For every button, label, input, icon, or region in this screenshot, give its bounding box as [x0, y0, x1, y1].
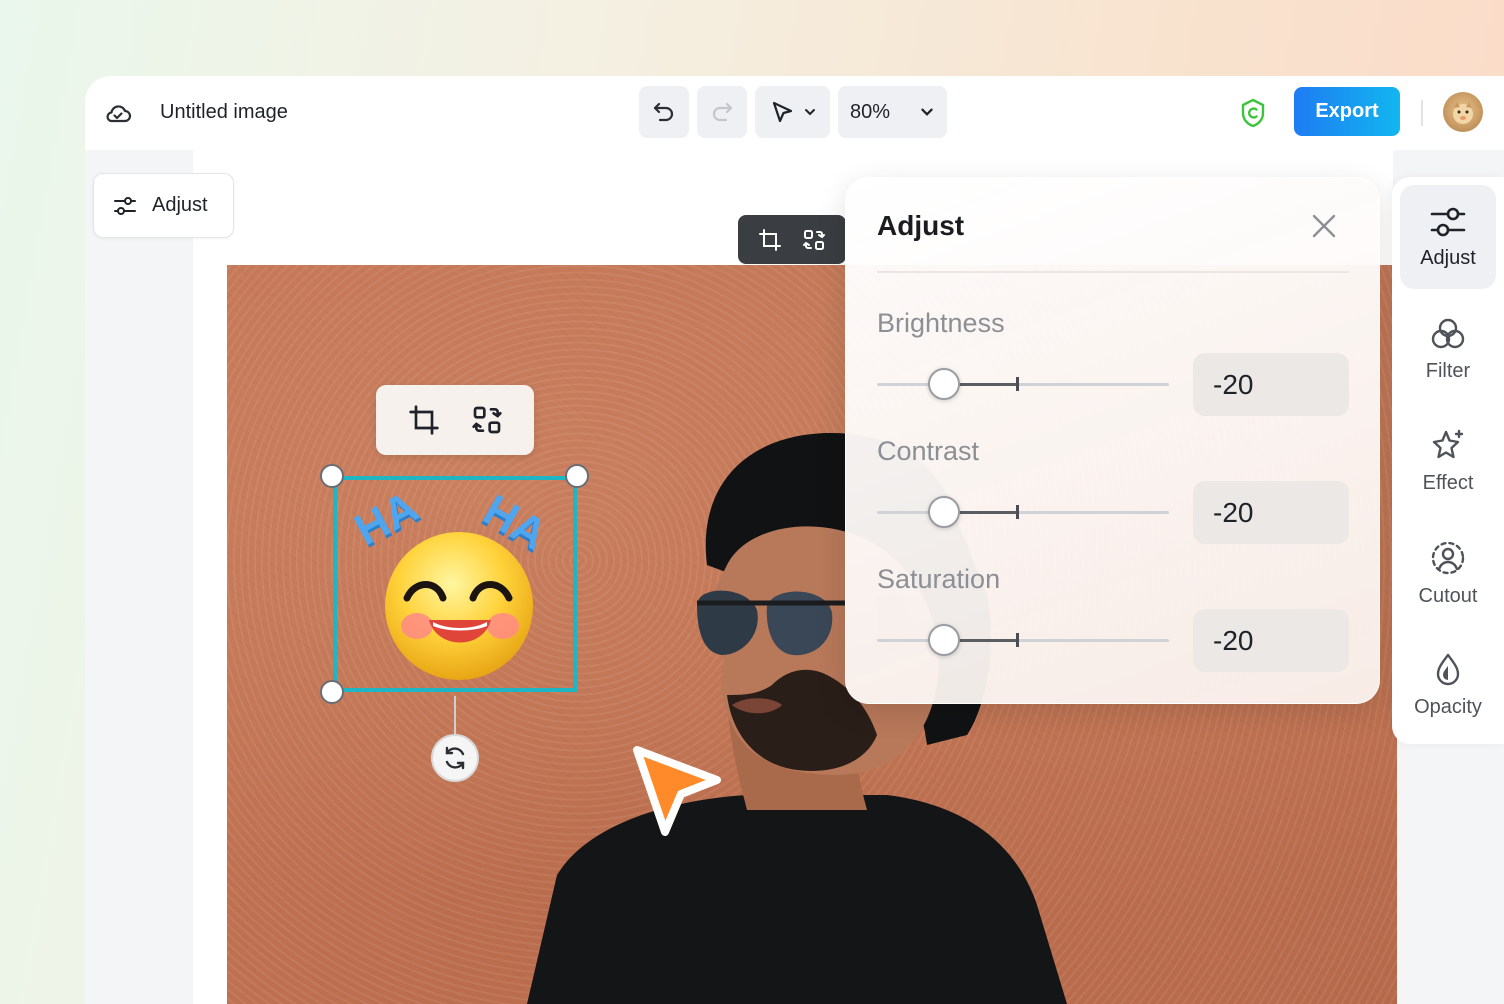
- top-bar: Untitled image 80% Export: [85, 76, 1504, 150]
- resize-handle-bottom-left[interactable]: [320, 680, 344, 704]
- rail-item-effect[interactable]: Effect: [1400, 409, 1496, 513]
- brightness-slider[interactable]: [877, 368, 1169, 400]
- rotate-handle[interactable]: [431, 734, 479, 782]
- rail-label-cutout: Cutout: [1418, 584, 1478, 607]
- redo-button[interactable]: [697, 86, 747, 138]
- resize-handle-top-left[interactable]: [320, 464, 344, 488]
- adjust-panel: Adjust Brightness -20 Contrast -20 Satur…: [845, 177, 1380, 704]
- saturation-value-input[interactable]: -20: [1193, 609, 1349, 672]
- chevron-down-icon: [921, 108, 933, 116]
- saturation-label: Saturation: [877, 564, 1001, 594]
- cloud-sync-icon[interactable]: [103, 98, 133, 128]
- rail-label-filter: Filter: [1425, 359, 1471, 382]
- document-title[interactable]: Untitled image: [160, 100, 288, 124]
- pointer-icon: [772, 101, 792, 123]
- contrast-slider[interactable]: [877, 496, 1169, 528]
- sparkle-star-icon: [1432, 429, 1464, 458]
- rotate-icon: [445, 746, 465, 770]
- avatar-character-icon: [1453, 102, 1473, 124]
- export-button[interactable]: Export: [1294, 87, 1400, 136]
- undo-button[interactable]: [639, 86, 689, 138]
- droplet-icon: [1436, 653, 1460, 685]
- crop-icon[interactable]: [758, 228, 782, 252]
- crop-icon[interactable]: [408, 404, 440, 436]
- slider-thumb[interactable]: [928, 368, 960, 400]
- cursor-pointer-icon: [633, 746, 721, 836]
- brightness-value-input[interactable]: -20: [1193, 353, 1349, 416]
- chevron-down-icon: [804, 109, 815, 116]
- contrast-label: Contrast: [877, 436, 980, 466]
- adjust-chip-label: Adjust: [152, 194, 208, 216]
- right-tool-rail: Adjust Filter Effect Cutout Opacity: [1392, 177, 1504, 744]
- rail-item-opacity[interactable]: Opacity: [1400, 633, 1496, 737]
- sticker-toolbar: [376, 385, 534, 455]
- adjust-chip-button[interactable]: Adjust: [93, 173, 234, 238]
- close-icon[interactable]: [1309, 211, 1339, 241]
- undo-icon: [653, 102, 674, 122]
- redo-icon: [712, 102, 733, 122]
- rotate-handle-stem: [454, 696, 456, 734]
- copyright-shield-icon[interactable]: [1238, 97, 1268, 129]
- rail-item-filter[interactable]: Filter: [1400, 297, 1496, 401]
- user-avatar[interactable]: [1443, 92, 1483, 132]
- slider-thumb[interactable]: [928, 496, 960, 528]
- slider-center-tick: [1016, 505, 1019, 519]
- canvas-floating-toolbar: [738, 215, 846, 264]
- replace-icon[interactable]: [802, 228, 826, 252]
- panel-divider: [877, 271, 1349, 273]
- rail-label-effect: Effect: [1422, 471, 1474, 494]
- toolbar-divider: [1421, 100, 1423, 126]
- saturation-slider[interactable]: [877, 624, 1169, 656]
- sliders-icon: [1430, 207, 1466, 236]
- resize-handle-top-right[interactable]: [565, 464, 589, 488]
- rail-item-adjust[interactable]: Adjust: [1400, 185, 1496, 289]
- slider-center-tick: [1016, 633, 1019, 647]
- panel-title: Adjust: [877, 210, 965, 241]
- replace-icon[interactable]: [471, 404, 503, 436]
- rail-label-adjust: Adjust: [1420, 246, 1476, 269]
- slider-thumb[interactable]: [928, 624, 960, 656]
- rail-label-opacity: Opacity: [1414, 695, 1482, 718]
- slider-center-tick: [1016, 377, 1019, 391]
- brightness-label: Brightness: [877, 308, 1005, 338]
- zoom-value: 80%: [850, 100, 891, 123]
- sliders-icon: [114, 196, 136, 215]
- cutout-person-icon: [1431, 541, 1465, 574]
- filter-circles-icon: [1431, 318, 1465, 348]
- sticker-selection-box[interactable]: HA HA: [333, 476, 577, 692]
- contrast-value-input[interactable]: -20: [1193, 481, 1349, 544]
- zoom-dropdown[interactable]: 80%: [838, 86, 947, 138]
- select-tool-button[interactable]: [755, 86, 830, 138]
- rail-item-cutout[interactable]: Cutout: [1400, 521, 1496, 625]
